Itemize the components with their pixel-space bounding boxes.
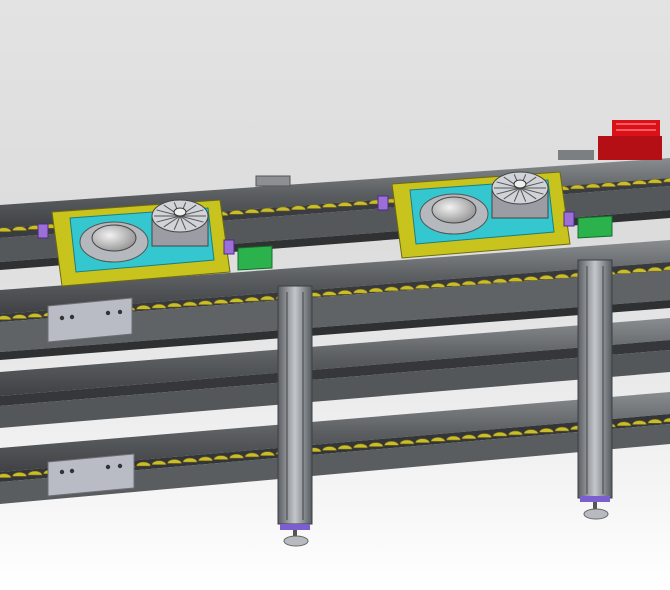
mounting-plate-lower [47,453,135,497]
leveling-foot-left [283,535,309,547]
ring-holder-bore [431,196,477,224]
pallet-fixture-right[interactable] [377,171,575,259]
support-leg-left [277,285,313,525]
cad-3d-viewport[interactable] [0,0,670,590]
clamp [377,195,389,211]
leg-foot-plate [280,524,310,530]
clamp [563,211,575,227]
drive-motor[interactable] [558,120,662,160]
support-leg-right [577,259,613,499]
mounting-plate-upper [47,297,133,343]
clamp [37,223,49,239]
rail-bracket [255,175,291,187]
pallet-fixture-left[interactable] [37,199,235,287]
sensor-right [577,215,613,239]
part-hub [513,179,527,189]
ring-holder-bore [91,224,137,252]
leg-foot-plate [580,496,610,502]
leveling-foot-right [583,508,609,520]
motor-bracket [558,150,594,160]
conveyor-assembly-model[interactable] [0,0,670,590]
clamp [223,239,235,255]
part-hub [173,207,187,217]
motor-gearbox [598,136,662,160]
sensor-left [237,245,273,271]
